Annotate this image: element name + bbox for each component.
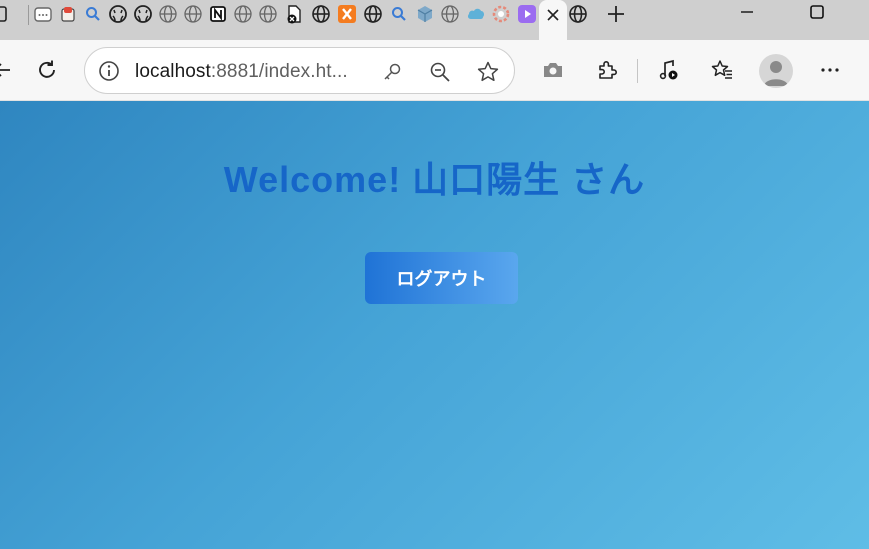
maximize-icon[interactable]	[797, 0, 837, 24]
globe-icon[interactable]	[439, 3, 461, 25]
github-icon[interactable]	[132, 3, 154, 25]
url-host: localhost	[135, 61, 211, 82]
close-tab-icon[interactable]	[542, 4, 564, 26]
document-closed-icon[interactable]	[283, 3, 305, 25]
globe-icon[interactable]	[362, 3, 384, 25]
minimize-icon[interactable]	[727, 0, 767, 24]
site-info-icon[interactable]	[95, 57, 123, 85]
partial-tab-icon[interactable]	[0, 3, 10, 25]
globe-icon[interactable]	[567, 3, 589, 25]
cloud-icon[interactable]	[465, 3, 487, 25]
screenshot-icon[interactable]	[537, 54, 569, 86]
zoom-out-icon[interactable]	[427, 59, 453, 85]
extensions-icon[interactable]	[591, 54, 623, 86]
box-icon[interactable]	[414, 3, 436, 25]
notion-icon[interactable]	[207, 3, 229, 25]
profile-avatar[interactable]	[759, 54, 793, 88]
globe-icon[interactable]	[157, 3, 179, 25]
search-icon[interactable]	[388, 3, 410, 25]
globe-icon[interactable]	[310, 3, 332, 25]
page-content: Welcome! 山口陽生 さん ログアウト	[0, 101, 869, 549]
search-icon[interactable]	[82, 3, 104, 25]
github-icon[interactable]	[107, 3, 129, 25]
flower-icon[interactable]	[490, 3, 512, 25]
xampp-icon[interactable]	[336, 3, 358, 25]
welcome-heading: Welcome! 山口陽生 さん	[223, 159, 646, 200]
reload-icon[interactable]	[31, 54, 63, 86]
media-control-icon[interactable]	[653, 54, 685, 86]
globe-icon[interactable]	[182, 3, 204, 25]
favorites-icon[interactable]	[706, 54, 738, 86]
favorite-star-icon[interactable]	[475, 59, 501, 85]
url-text[interactable]: localhost:8881/index.ht...	[135, 61, 348, 83]
logout-button[interactable]: ログアウト	[365, 252, 518, 304]
back-icon[interactable]	[0, 54, 18, 86]
more-options-icon[interactable]	[814, 54, 846, 86]
globe-icon[interactable]	[232, 3, 254, 25]
sushi-icon[interactable]	[57, 3, 79, 25]
tab-strip	[0, 0, 869, 40]
address-bar[interactable]: localhost:8881/index.ht...	[84, 47, 515, 94]
tab-divider	[28, 5, 29, 25]
video-icon[interactable]	[516, 3, 538, 25]
url-path: :8881/index.ht...	[210, 61, 348, 82]
browser-toolbar: localhost:8881/index.ht...	[0, 40, 869, 101]
toolbar-divider	[637, 59, 638, 83]
key-icon[interactable]	[379, 59, 405, 85]
globe-icon[interactable]	[257, 3, 279, 25]
documents-icon[interactable]	[32, 3, 54, 25]
new-tab-icon[interactable]	[605, 3, 627, 25]
